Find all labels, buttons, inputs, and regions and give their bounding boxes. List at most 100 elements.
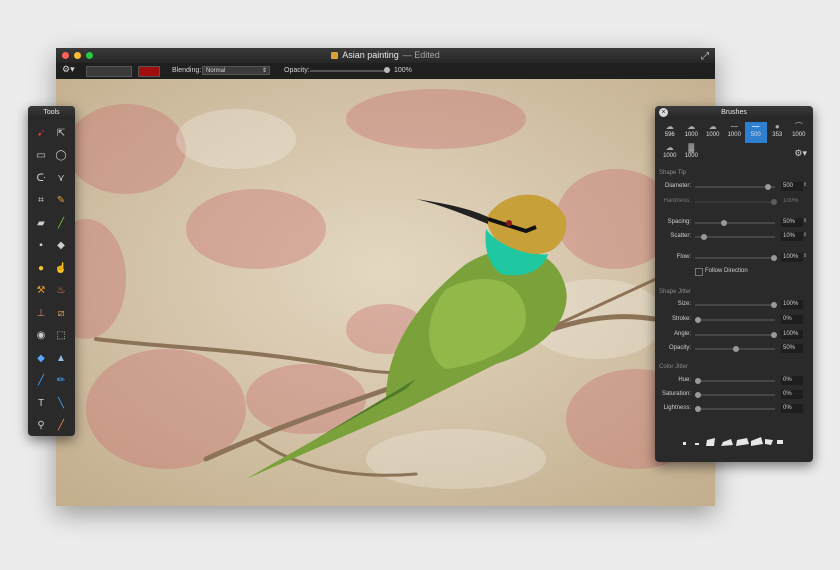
follow-direction-row: Follow Direction (655, 267, 813, 277)
follow-direction-checkbox[interactable] (695, 268, 703, 276)
angle-value[interactable]: 100% (781, 330, 803, 339)
brush-size-label: 1000 (684, 132, 698, 138)
red-eye-icon[interactable]: ◉ (31, 325, 51, 348)
brush-preset[interactable]: ☁ 1000 (659, 143, 681, 164)
diameter-value[interactable]: 500 (781, 182, 803, 191)
smudge-icon[interactable]: ☝ (51, 257, 71, 280)
slider-knob[interactable] (733, 346, 739, 352)
sponge-icon[interactable]: ● (31, 257, 51, 280)
paintbrush-icon[interactable]: ╱ (51, 212, 71, 235)
zoom-window-button[interactable] (86, 52, 93, 59)
image-canvas[interactable] (56, 79, 715, 506)
angle-slider[interactable] (695, 332, 777, 338)
eraser-2-icon[interactable]: ⬚ (51, 325, 71, 348)
opacity-slider-knob[interactable] (384, 67, 390, 73)
blending-label: Blending: (172, 67, 202, 74)
saturation-slider[interactable] (695, 392, 775, 398)
slider-knob[interactable] (765, 184, 771, 190)
select-arrow-icon[interactable]: ➹ (31, 122, 51, 145)
brushes-panel: Brushes × ☁ 596 ☁ 1000 ☁ 1000 ⁓ 1000 ⁓ 500 ● 3… (655, 106, 813, 462)
brush-stroke-preview (683, 437, 783, 446)
close-window-button[interactable] (62, 52, 69, 59)
spacing-value[interactable]: 50% (781, 218, 803, 227)
brush-preset[interactable]: ⌒ 1000 (788, 122, 810, 143)
brush-size-label: 353 (772, 132, 783, 138)
text-icon[interactable]: T (31, 392, 51, 415)
size-slider[interactable] (695, 302, 777, 308)
stroke-value[interactable]: 0% (781, 315, 803, 324)
slider-knob[interactable] (771, 332, 777, 338)
minimize-window-button[interactable] (74, 52, 81, 59)
stepper-icon[interactable]: ⇕ (803, 218, 807, 224)
flow-slider[interactable] (695, 255, 777, 261)
slider-knob[interactable] (695, 392, 701, 398)
slider-knob[interactable] (771, 255, 777, 261)
stepper-icon[interactable]: ⇕ (803, 182, 807, 188)
opacity-jitter-value[interactable]: 50% (781, 344, 803, 353)
burn-icon[interactable]: ♨ (51, 280, 71, 303)
sharpen-icon[interactable]: ▲ (51, 347, 71, 370)
slider-knob[interactable] (695, 317, 701, 323)
brush-preset-grid: ☁ 596 ☁ 1000 ☁ 1000 ⁓ 1000 ⁓ 500 ● 353 ⌒ 1000 ☁… (659, 122, 811, 164)
hue-slider[interactable] (695, 378, 775, 384)
rect-select-icon[interactable]: ▭ (31, 145, 51, 168)
saturation-value[interactable]: 0% (781, 390, 803, 399)
lightness-value[interactable]: 0% (781, 404, 803, 413)
scatter-value[interactable]: 10% (781, 232, 803, 241)
stepper-icon[interactable]: ⇕ (803, 253, 807, 259)
ellipse-select-icon[interactable]: ◯ (51, 145, 71, 168)
heal-icon[interactable]: ⧄ (51, 302, 71, 325)
polygon-lasso-icon[interactable]: ⋎ (51, 167, 71, 190)
slider-knob[interactable] (721, 220, 727, 226)
flow-value[interactable]: 100% (781, 253, 803, 262)
slider-knob[interactable] (701, 234, 707, 240)
spacing-row: Spacing: 50% ⇕ (655, 218, 813, 228)
paint-bucket-icon[interactable]: ◆ (51, 235, 71, 258)
eraser-icon[interactable]: ▰ (31, 212, 51, 235)
blur-icon[interactable]: ◆ (31, 347, 51, 370)
diameter-slider[interactable] (695, 184, 775, 190)
close-icon[interactable]: × (659, 108, 668, 117)
eyedropper-icon[interactable]: ✎ (51, 190, 71, 213)
color-swatch[interactable] (138, 66, 160, 77)
scatter-slider[interactable] (695, 234, 775, 240)
color-picker-icon[interactable]: ╱ (51, 415, 71, 438)
gradient-icon[interactable]: ▪ (31, 235, 51, 258)
brush-preset[interactable]: ☁ 1000 (702, 122, 724, 143)
app-window: Asian painting — Edited ⤢ ⚙▾ Blending: N… (56, 48, 715, 506)
lightness-slider[interactable] (695, 406, 775, 412)
pen-icon[interactable]: ╱ (31, 370, 51, 393)
stroke-slider[interactable] (695, 317, 775, 323)
move-icon[interactable]: ⇱ (51, 122, 71, 145)
spacing-slider[interactable] (695, 220, 775, 226)
slider-knob[interactable] (695, 378, 701, 384)
blending-select[interactable]: Normal ⇕ (202, 66, 270, 75)
crop-icon[interactable]: ⌗ (31, 190, 51, 213)
brush-preset[interactable]: ☁ 1000 (681, 122, 703, 143)
slider-knob[interactable] (771, 199, 777, 205)
line-icon[interactable]: ╲ (51, 392, 71, 415)
opacity-slider[interactable] (310, 67, 390, 73)
size-value[interactable]: 100% (781, 300, 803, 309)
brush-preset[interactable]: ⁓ 1000 (724, 122, 746, 143)
gear-icon[interactable]: ⚙▾ (794, 148, 807, 159)
hue-value[interactable]: 0% (781, 376, 803, 385)
stamp-icon[interactable]: ⊥ (31, 302, 51, 325)
brush-small-icon[interactable]: ⚒ (31, 280, 51, 303)
pencil-icon[interactable]: ✏ (51, 370, 71, 393)
stepper-icon[interactable]: ⇕ (803, 232, 807, 238)
lasso-icon[interactable]: ᑢ (31, 167, 51, 190)
opacity-jitter-slider[interactable] (695, 346, 775, 352)
brush-preset[interactable]: ☁ 596 (659, 122, 681, 143)
hardness-slider[interactable] (695, 199, 777, 205)
slider-knob[interactable] (695, 406, 701, 412)
slider-knob[interactable] (771, 302, 777, 308)
fullscreen-icon[interactable]: ⤢ (701, 49, 709, 64)
gear-icon[interactable]: ⚙▾ (62, 64, 75, 75)
brush-preset[interactable]: ● 353 (767, 122, 789, 143)
brush-preset-picker[interactable] (86, 66, 132, 77)
zoom-icon[interactable]: ⚲ (31, 415, 51, 438)
brush-size-label: 500 (750, 132, 761, 138)
brush-preset-selected[interactable]: ⁓ 500 (745, 122, 767, 143)
brush-preset[interactable]: ▓ 1000 (681, 143, 703, 164)
